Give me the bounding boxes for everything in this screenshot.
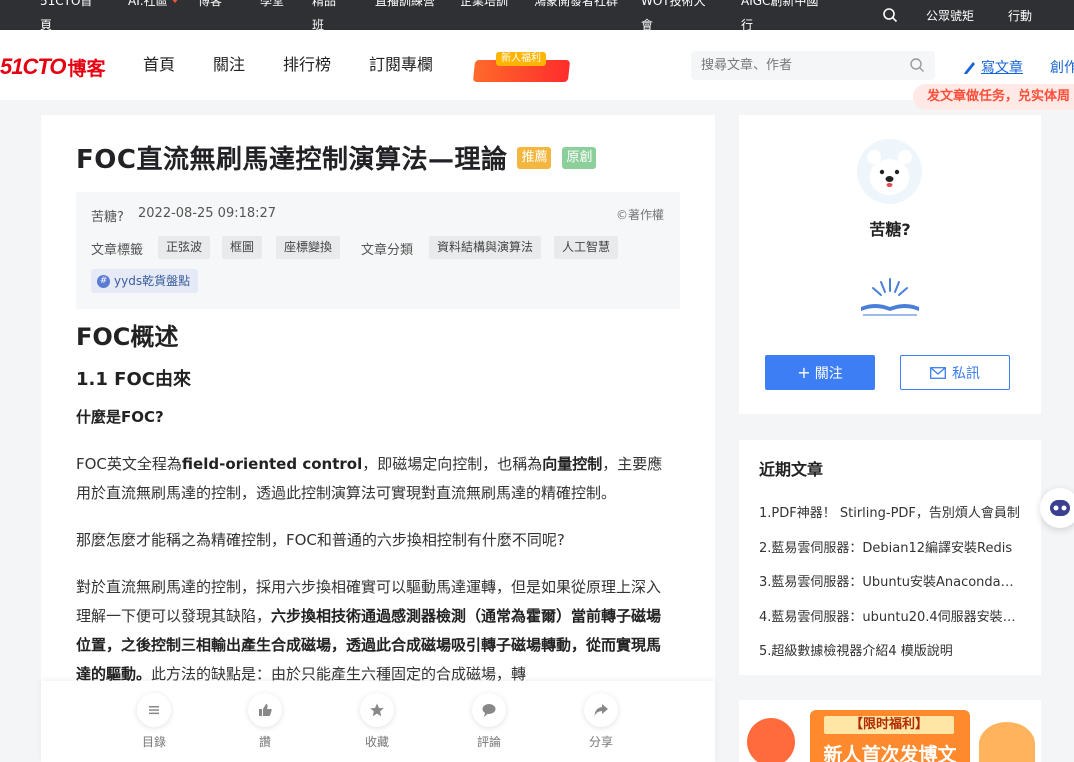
recent-articles: 近期文章 1.PDF神器！ Stirling-PDF，告別煩人會員制 2.藍易雲… (739, 440, 1041, 675)
assistant-button[interactable] (1040, 488, 1074, 528)
write-label: 寫文章 (981, 60, 1023, 76)
title-row: FOC直流無刷馬達控制演算法—理論 推薦 原創 (76, 139, 597, 176)
question-heading: 什麼是FOC? (76, 408, 164, 426)
top-nav-item[interactable]: 企業培訓 (460, 0, 508, 13)
create-link[interactable]: 創作 (1050, 57, 1074, 77)
paragraph: FOC英文全程為field-oriented control，即磁場定向控制，也… (76, 455, 663, 502)
hashtag-label: yyds乾貨盤點 (114, 274, 191, 288)
hashtag-chip[interactable]: # yyds乾貨盤點 (91, 269, 199, 293)
top-nav-item[interactable]: 學堂 (260, 0, 288, 13)
ad-decoration (747, 718, 795, 762)
article-tag[interactable]: 框圖 (222, 236, 263, 259)
robot-icon (1050, 500, 1070, 516)
top-nav-item[interactable]: 51CTO首頁 (40, 0, 96, 30)
follow-button[interactable]: + 關注 (765, 355, 875, 390)
write-article-button[interactable]: 寫文章 (962, 57, 1023, 77)
ad-decoration (979, 722, 1035, 762)
search-box (691, 51, 935, 80)
publish-date: 2022-08-25 09:18:27 (138, 206, 277, 221)
message-button[interactable]: 私訊 (900, 355, 1010, 390)
top-nav-item[interactable]: 直播訓練營 (375, 0, 435, 13)
article-tag[interactable]: 正弦波 (158, 236, 211, 259)
mail-icon (930, 366, 946, 379)
promo-ad-banner[interactable]: 【限时福利】 新人首次发博文 (739, 700, 1041, 762)
recent-article-link[interactable]: 5.超級數據檢視器介紹4 模版說明 (759, 640, 1021, 659)
article-title: FOC直流無刷馬達控制演算法—理論 (76, 145, 508, 175)
article-toolbar: 目錄 讚 收藏 評論 分享 (41, 681, 715, 762)
top-nav-item[interactable]: AIGC創新中國行 (741, 0, 827, 30)
author-name[interactable]: 苦糖? (739, 216, 1041, 240)
search-input[interactable] (701, 51, 901, 80)
copyright-label: ©著作權 (615, 208, 664, 222)
follow-label: 關注 (814, 365, 843, 382)
article-meta: 苦糖? 2022-08-25 09:18:27 ©著作權 文章標籤 正弦波 框圖… (76, 192, 680, 309)
favorite-label: 收藏 (364, 735, 389, 749)
comment-icon (472, 693, 506, 727)
subsection-heading: 1.1 FOC由來 (76, 369, 191, 390)
nav-ranking[interactable]: 排行榜 (283, 54, 331, 76)
recent-article-link[interactable]: 3.藍易雲伺服器：Ubuntu安裝Anaconda教學 (759, 571, 1021, 590)
article-category[interactable]: 資料結構與演算法 (429, 236, 542, 259)
article-card: FOC直流無刷馬達控制演算法—理論 推薦 原創 苦糖? 2022-08-25 0… (41, 115, 715, 762)
recent-article-link[interactable]: 1.PDF神器！ Stirling-PDF，告別煩人會員制 (759, 502, 1021, 521)
recent-article-link[interactable]: 2.藍易雲伺服器：Debian12編譯安裝Redis (759, 537, 1021, 556)
category-label: 文章分類 (361, 243, 414, 258)
paragraph: 對於直流無刷馬達的控制，採用六步換相確實可以驅動馬達運轉，但是如果從原理上深入理… (76, 578, 662, 683)
share-label: 分享 (588, 735, 613, 749)
share-button[interactable]: 分享 (571, 693, 631, 750)
top-nav-item[interactable]: WOT技術大會 (641, 0, 713, 30)
share-icon (584, 693, 618, 727)
star-icon (360, 693, 394, 727)
nav-home[interactable]: 首頁 (143, 54, 175, 76)
like-label: 讚 (258, 735, 271, 749)
toc-button[interactable]: 目錄 (124, 693, 184, 750)
favorite-button[interactable]: 收藏 (347, 693, 407, 750)
plus-icon: + (797, 363, 811, 382)
top-nav-item[interactable]: 博客 (198, 0, 254, 13)
thumb-up-icon (248, 693, 282, 727)
top-right-link[interactable]: 公眾號矩 (926, 7, 974, 24)
nav-follow[interactable]: 關注 (213, 54, 245, 76)
search-icon[interactable] (882, 7, 898, 23)
toc-label: 目錄 (141, 735, 166, 749)
top-nav-item[interactable]: 鴻蒙開發者社群 (534, 0, 620, 13)
pen-icon (964, 62, 975, 74)
nav-subscribe[interactable]: 訂閱專欄 (369, 54, 433, 76)
list-icon (137, 693, 171, 727)
promo-banner[interactable]: 新人福利 (472, 52, 571, 82)
article-category[interactable]: 人工智慧 (554, 236, 619, 259)
comment-button[interactable]: 評論 (459, 693, 519, 750)
top-nav-item[interactable]: 精品班 (312, 0, 340, 30)
promo-tag: 新人福利 (496, 52, 546, 66)
paragraph: 那麼怎麼才能稱之為精確控制，FOC和普通的六步換相控制有什麼不同呢? (76, 531, 565, 549)
ad-line2: 新人首次发博文 (823, 744, 957, 762)
logo-sub: 博客 (67, 57, 106, 80)
author-card: 苦糖? + 關注 私訊 (739, 115, 1041, 414)
article-tag[interactable]: 座標變換 (276, 236, 341, 259)
top-right-link[interactable]: 行動 (1008, 7, 1032, 24)
message-label: 私訊 (952, 365, 980, 382)
task-banner[interactable]: 发文章做任务，兑实体周 (913, 84, 1074, 110)
recent-article-link[interactable]: 4.藍易雲伺服器：ubuntu20.4伺服器安裝教學 (759, 606, 1021, 625)
recommend-badge: 推薦 (517, 146, 552, 169)
open-book-icon (861, 278, 919, 316)
logo[interactable]: 51CTO 博客 (0, 54, 106, 80)
site-header: 51CTO 博客 首頁 關注 排行榜 訂閱專欄 新人福利 寫文章 創作 (0, 30, 1074, 100)
recent-title: 近期文章 (759, 460, 824, 479)
original-badge: 原創 (562, 146, 597, 169)
section-heading: FOC概述 (76, 323, 179, 351)
ad-line1: 【限时福利】 (824, 716, 954, 734)
chevron-down-icon (171, 0, 179, 3)
hashtag-icon: # (97, 274, 110, 288)
avatar[interactable] (857, 139, 922, 204)
like-button[interactable]: 讚 (235, 693, 295, 750)
search-icon[interactable] (909, 57, 925, 73)
tags-label: 文章標籤 (91, 243, 144, 258)
comment-label: 評論 (476, 735, 501, 749)
logo-main: 51CTO (0, 54, 67, 79)
author-name[interactable]: 苦糖? (91, 206, 124, 225)
top-bar: 51CTO首頁 AI.社區 博客 學堂 精品班 直播訓練營 企業培訓 鴻蒙開發者… (0, 0, 1074, 30)
